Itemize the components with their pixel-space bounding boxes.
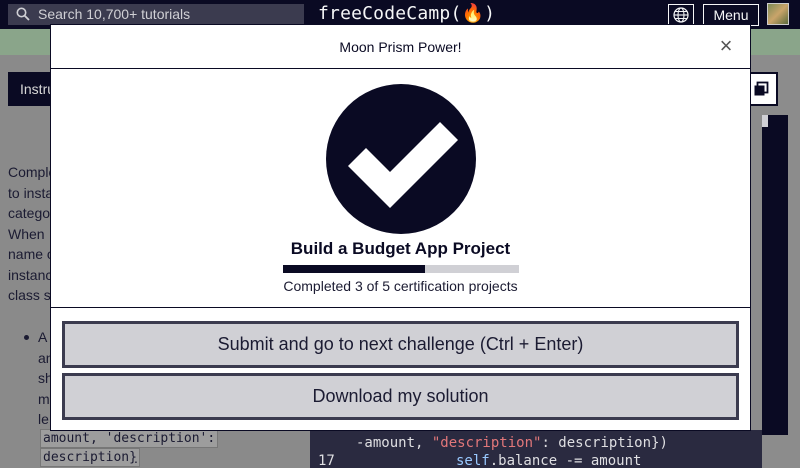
close-icon: × bbox=[719, 33, 733, 58]
code-token: : description}) bbox=[541, 435, 668, 451]
user-avatar[interactable] bbox=[767, 3, 789, 25]
code-self: self bbox=[456, 453, 490, 468]
code-line: -amount, "description": description}) bbox=[356, 434, 668, 452]
project-title: Build a Budget App Project bbox=[290, 239, 511, 258]
tab-instructions[interactable]: Instructions bbox=[8, 72, 52, 106]
globe-icon bbox=[673, 7, 689, 23]
search-placeholder: Search 10,700+ tutorials bbox=[38, 6, 191, 22]
progress-text: Completed 3 of 5 certification projects bbox=[283, 278, 518, 294]
preview-pane bbox=[762, 115, 788, 435]
download-solution-button[interactable]: Download my solution bbox=[62, 373, 739, 420]
progress-fill bbox=[283, 265, 425, 273]
preview-scrollbar[interactable] bbox=[762, 115, 768, 127]
completion-modal: Moon Prism Power! × Build a Budget App P… bbox=[50, 24, 751, 431]
checkmark-circle-icon bbox=[326, 84, 476, 234]
code-token: .balance -= amount bbox=[489, 453, 642, 468]
line-number: 17 bbox=[318, 453, 335, 468]
code-string: "description" bbox=[431, 435, 542, 451]
close-button[interactable]: × bbox=[716, 33, 736, 58]
bullet-dot bbox=[24, 335, 29, 340]
modal-header: Moon Prism Power! × bbox=[51, 25, 750, 69]
search-input[interactable]: Search 10,700+ tutorials bbox=[8, 4, 304, 25]
copy-icon bbox=[754, 81, 769, 96]
search-icon bbox=[16, 7, 30, 21]
freecodecamp-logo[interactable]: freeCodeCamp(🔥) bbox=[318, 2, 495, 26]
sentence-period: . bbox=[134, 450, 138, 466]
inline-code: description} bbox=[40, 448, 140, 467]
code-line: self.balance -= amount bbox=[456, 452, 641, 468]
submit-next-challenge-button[interactable]: Submit and go to next challenge (Ctrl + … bbox=[62, 321, 739, 368]
language-button[interactable] bbox=[668, 4, 694, 26]
modal-title: Moon Prism Power! bbox=[339, 39, 462, 55]
modal-footer bbox=[51, 307, 750, 308]
code-token: -amount, bbox=[356, 435, 432, 451]
progress-bar bbox=[283, 265, 519, 273]
inline-code: amount, 'description': bbox=[40, 429, 219, 448]
menu-button[interactable]: Menu bbox=[703, 4, 759, 26]
